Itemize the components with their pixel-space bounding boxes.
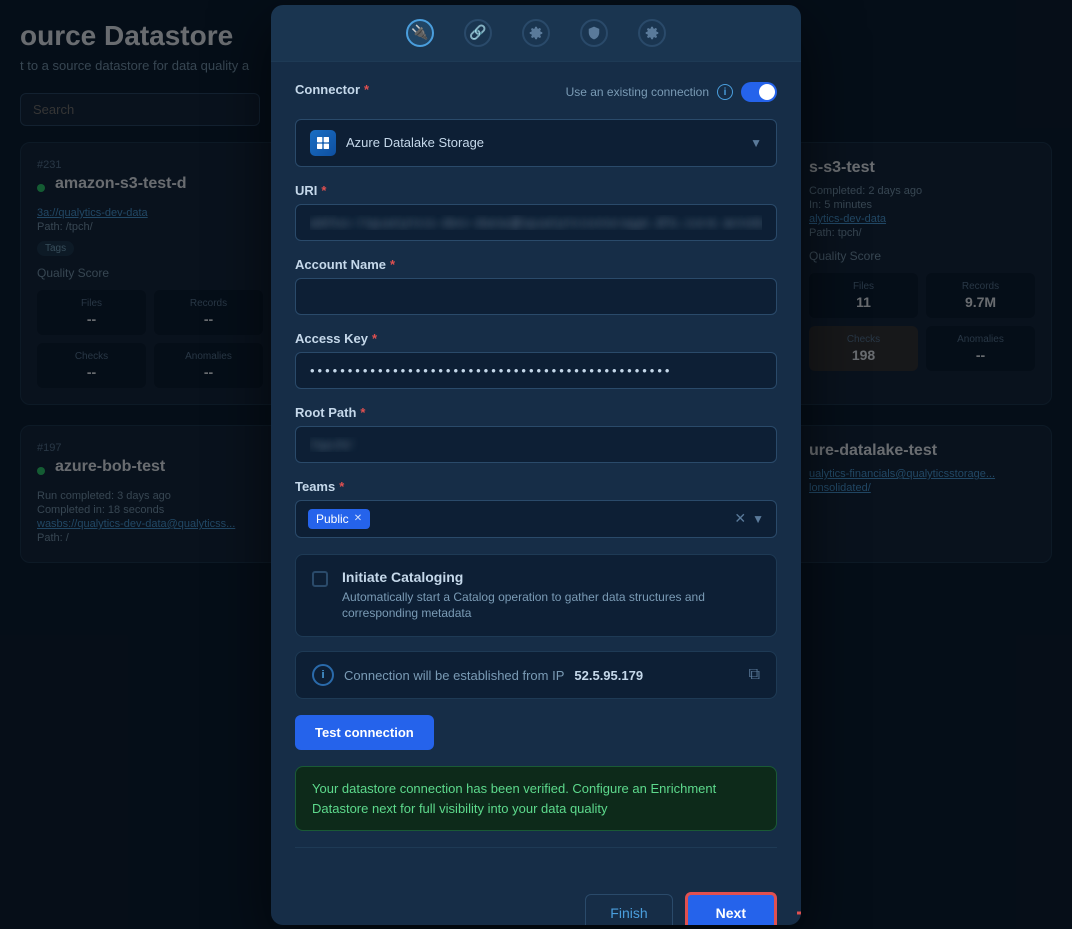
account-name-label: Account Name * xyxy=(295,257,777,272)
teams-chevron-icon[interactable]: ▼ xyxy=(752,512,764,526)
success-message: Your datastore connection has been verif… xyxy=(295,766,777,831)
next-button-container: Next xyxy=(685,892,777,924)
step-connector: 🔌 xyxy=(406,19,434,47)
uri-label: URI * xyxy=(295,183,777,198)
step-security xyxy=(580,19,608,47)
modal-body: Connector * Use an existing connection i xyxy=(271,62,801,881)
step-advanced xyxy=(638,19,666,47)
chevron-down-icon: ▼ xyxy=(750,136,762,150)
connector-select-inner: Azure Datalake Storage xyxy=(310,130,484,156)
teams-clear-icon[interactable]: ✕ xyxy=(734,510,746,527)
step-icon-connection: 🔗 xyxy=(464,19,492,47)
copy-icon[interactable]: ⧉ xyxy=(749,666,760,684)
uri-required-star: * xyxy=(321,183,326,198)
use-existing-label: Use an existing connection xyxy=(566,85,709,99)
modal-divider xyxy=(295,847,777,848)
access-key-input[interactable] xyxy=(295,352,777,389)
toggle-knob xyxy=(759,84,775,100)
modal-footer: Finish Next xyxy=(271,880,801,924)
ip-info-row: i Connection will be established from IP… xyxy=(295,651,777,699)
uri-input[interactable] xyxy=(295,204,777,241)
arrow-indicator xyxy=(797,912,801,915)
teams-group: Teams * Public ✕ ✕ ▼ xyxy=(295,479,777,538)
teams-select[interactable]: Public ✕ ✕ ▼ xyxy=(295,500,777,538)
root-path-group: Root Path * xyxy=(295,405,777,463)
connector-icon xyxy=(310,130,336,156)
team-badge-remove[interactable]: ✕ xyxy=(354,513,362,524)
team-badge-public: Public ✕ xyxy=(308,509,370,529)
required-star: * xyxy=(364,82,369,97)
ip-info-left: i Connection will be established from IP… xyxy=(312,664,643,686)
catalog-desc: Automatically start a Catalog operation … xyxy=(342,589,760,623)
info-icon: i xyxy=(717,84,733,100)
teams-required-star: * xyxy=(339,479,344,494)
step-icon-security xyxy=(580,19,608,47)
root-path-label: Root Path * xyxy=(295,405,777,420)
ip-address-value: 52.5.95.179 xyxy=(574,668,643,683)
step-connection: 🔗 xyxy=(464,19,492,47)
next-button[interactable]: Next xyxy=(685,892,777,924)
teams-inner: Public ✕ xyxy=(308,509,370,529)
teams-label: Teams * xyxy=(295,479,777,494)
finish-button[interactable]: Finish xyxy=(585,894,672,924)
connector-label: Connector * xyxy=(295,82,369,97)
step-settings xyxy=(522,19,550,47)
use-existing-control: Use an existing connection i xyxy=(566,82,777,102)
modal-dialog: 🔌 🔗 xyxy=(271,5,801,925)
ip-info-text: Connection will be established from IP xyxy=(344,668,564,683)
connector-row: Connector * Use an existing connection i xyxy=(295,82,777,103)
initiate-cataloging-checkbox[interactable] xyxy=(312,571,328,587)
root-path-required-star: * xyxy=(360,405,365,420)
account-name-group: Account Name * xyxy=(295,257,777,315)
step-icon-connector: 🔌 xyxy=(406,19,434,47)
arrow-line xyxy=(797,912,801,915)
steps-bar: 🔌 🔗 xyxy=(271,5,801,62)
uri-group: URI * xyxy=(295,183,777,241)
test-connection-button[interactable]: Test connection xyxy=(295,715,434,750)
modal-overlay: 🔌 🔗 xyxy=(0,0,1072,929)
account-name-input[interactable] xyxy=(295,278,777,315)
account-required-star: * xyxy=(390,257,395,272)
connector-select[interactable]: Azure Datalake Storage ▼ xyxy=(295,119,777,167)
info-circle-icon: i xyxy=(312,664,334,686)
catalog-text: Initiate Cataloging Automatically start … xyxy=(342,569,760,623)
step-icon-settings xyxy=(522,19,550,47)
connector-value: Azure Datalake Storage xyxy=(346,135,484,150)
root-path-input[interactable] xyxy=(295,426,777,463)
step-icon-advanced xyxy=(638,19,666,47)
existing-connection-toggle[interactable] xyxy=(741,82,777,102)
catalog-title: Initiate Cataloging xyxy=(342,569,760,585)
access-key-group: Access Key * xyxy=(295,331,777,389)
access-key-label: Access Key * xyxy=(295,331,777,346)
initiate-cataloging-row: Initiate Cataloging Automatically start … xyxy=(295,554,777,638)
access-key-required-star: * xyxy=(372,331,377,346)
teams-actions: ✕ ▼ xyxy=(734,510,764,527)
